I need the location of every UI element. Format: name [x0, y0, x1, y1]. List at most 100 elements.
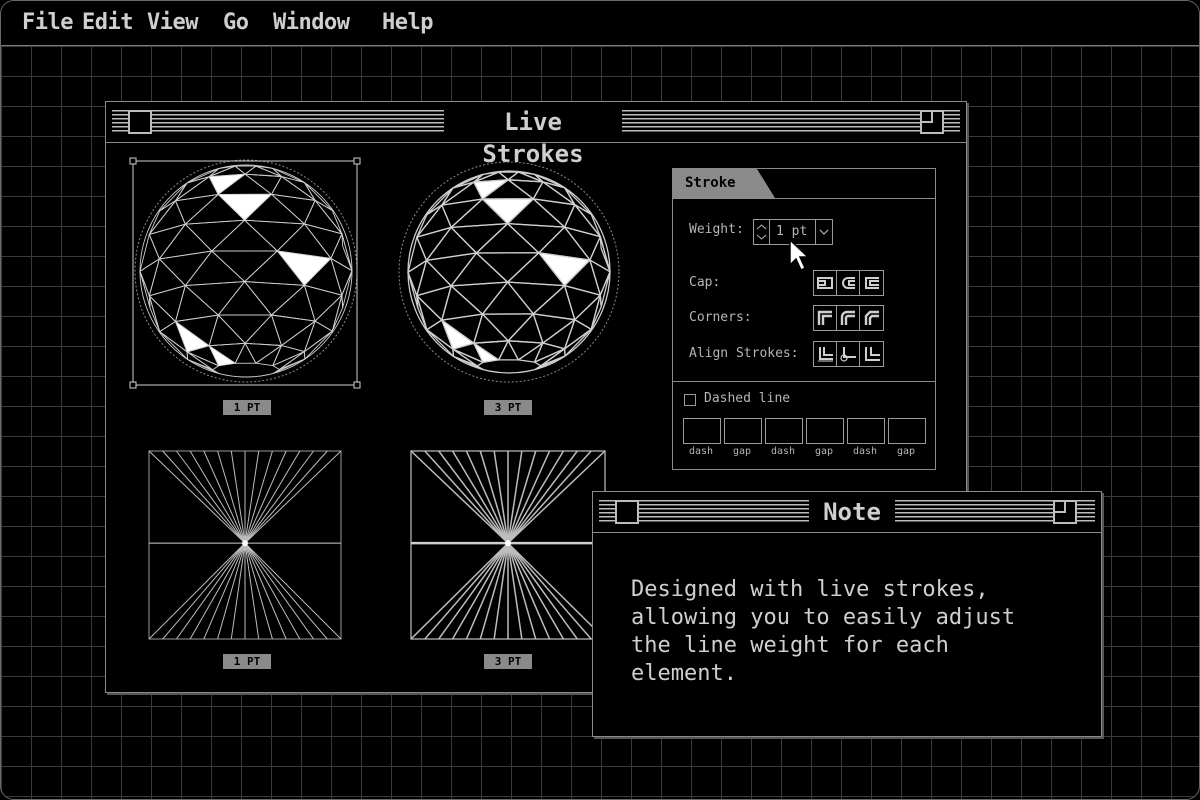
sphere-facet [184, 219, 246, 252]
desktop-screen: File Edit View Go Window Help Live Strok… [0, 0, 1200, 800]
sphere-facet [184, 281, 246, 316]
selection-handle[interactable] [353, 157, 361, 165]
sphere-facet [416, 226, 452, 262]
stroke-tab[interactable]: Stroke [673, 169, 775, 198]
gap-field-2[interactable] [806, 418, 844, 444]
zoom-box-icon[interactable] [920, 110, 944, 134]
sphere-facet [475, 222, 540, 254]
zoom-box-icon[interactable] [1053, 500, 1077, 524]
line-burst-icon [410, 450, 606, 640]
dash-label: dash [688, 446, 714, 457]
weight-dropdown[interactable] [815, 220, 832, 244]
sphere-facet [450, 252, 509, 287]
preview-label-1pt: 1 PT [223, 654, 271, 669]
close-box-icon[interactable] [128, 110, 152, 134]
sphere-facet-filled [538, 252, 591, 287]
gap-label: gap [896, 446, 916, 457]
bevel-join-button[interactable] [860, 306, 883, 330]
dash-field-2[interactable] [765, 418, 803, 444]
sphere-facet [452, 355, 485, 371]
round-join-button[interactable] [837, 306, 860, 330]
note-window[interactable]: Note Designed with live strokes, allowin… [592, 491, 1102, 737]
menu-go[interactable]: Go [223, 10, 249, 35]
sphere-facet [441, 198, 484, 229]
burst-ray [244, 450, 287, 544]
burst-center-dot [242, 540, 248, 547]
burst-ray [244, 542, 314, 640]
sphere-facet [450, 281, 509, 315]
selection-handle[interactable] [129, 157, 137, 165]
selection-handle[interactable] [129, 381, 137, 389]
line-burst-preview-3pt[interactable] [410, 450, 606, 640]
round-cap-button[interactable] [837, 271, 860, 295]
burst-ray [162, 542, 246, 640]
burst-ray [244, 450, 328, 544]
close-box-icon[interactable] [615, 500, 639, 524]
sphere-facet [244, 219, 305, 252]
sphere-facet [506, 222, 566, 254]
sphere-facet [234, 165, 257, 175]
align-center-icon [818, 347, 833, 362]
sphere-facet [425, 252, 478, 287]
gap-field-1[interactable] [724, 418, 762, 444]
sphere-preview-3pt[interactable] [396, 160, 626, 390]
window-titlebar[interactable]: Live Strokes [106, 102, 966, 168]
weight-stepper[interactable] [754, 220, 770, 244]
align-inside-button[interactable] [837, 342, 860, 366]
square-cap-button[interactable] [860, 271, 883, 295]
align-inside-icon [840, 347, 856, 362]
menu-edit[interactable]: Edit [82, 10, 133, 35]
butt-cap-button[interactable] [814, 271, 837, 295]
sphere-facet [211, 250, 278, 283]
dash-field-1[interactable] [683, 418, 721, 444]
geodesic-sphere-icon [407, 170, 611, 374]
sphere-facet [314, 199, 343, 235]
line-burst-preview-1pt[interactable] [148, 450, 342, 640]
chevron-down-icon[interactable] [816, 220, 832, 244]
menu-file[interactable]: File [22, 10, 73, 35]
burst-ray [176, 542, 246, 640]
burst-ray [244, 543, 260, 640]
sphere-facet-filled [276, 250, 332, 286]
stroke-panel: Stroke Weight: 1 pt Cap: Corners: Align … [672, 168, 936, 470]
burst-center-dot [505, 540, 511, 547]
panel-divider [673, 381, 935, 382]
burst-ray [176, 450, 246, 544]
weight-value[interactable]: 1 pt [776, 224, 807, 239]
stepper-arrows-icon[interactable] [754, 220, 769, 244]
burst-ray [507, 450, 565, 544]
dash-field-3[interactable] [847, 418, 885, 444]
sphere-facet-filled [208, 345, 236, 367]
burst-ray [451, 542, 509, 640]
sphere-facet [473, 313, 509, 344]
sphere-facet [208, 314, 246, 347]
sphere-facet [244, 173, 282, 195]
sphere-facet [330, 257, 353, 296]
menu-help[interactable]: Help [382, 10, 433, 35]
sphere-preview-1pt[interactable] [128, 156, 368, 392]
selection-handle[interactable] [353, 381, 361, 389]
dashed-line-checkbox[interactable] [684, 394, 696, 406]
sphere-facet [330, 233, 353, 272]
corners-label: Corners: [689, 310, 752, 325]
sphere-facet [426, 187, 454, 216]
align-center-button[interactable] [814, 342, 837, 366]
menu-view[interactable]: View [147, 10, 198, 35]
line-burst-icon [148, 450, 342, 640]
note-text: Designed with live strokes, allowing you… [631, 577, 1016, 686]
sphere-facet [184, 250, 246, 287]
align-stroke-buttons [813, 341, 884, 367]
burst-ray [189, 450, 246, 544]
align-outside-button[interactable] [860, 342, 883, 366]
sphere-facet [271, 176, 316, 201]
burst-ray [244, 542, 342, 640]
gap-field-3[interactable] [888, 418, 926, 444]
sphere-facet [506, 281, 566, 315]
window-titlebar[interactable]: Note [593, 492, 1101, 533]
sphere-facet [148, 285, 186, 322]
sphere-facet [574, 294, 601, 330]
menu-window[interactable]: Window [273, 10, 350, 35]
sphere-facet [148, 223, 186, 260]
sphere-facet [158, 250, 213, 287]
miter-join-button[interactable] [814, 306, 837, 330]
